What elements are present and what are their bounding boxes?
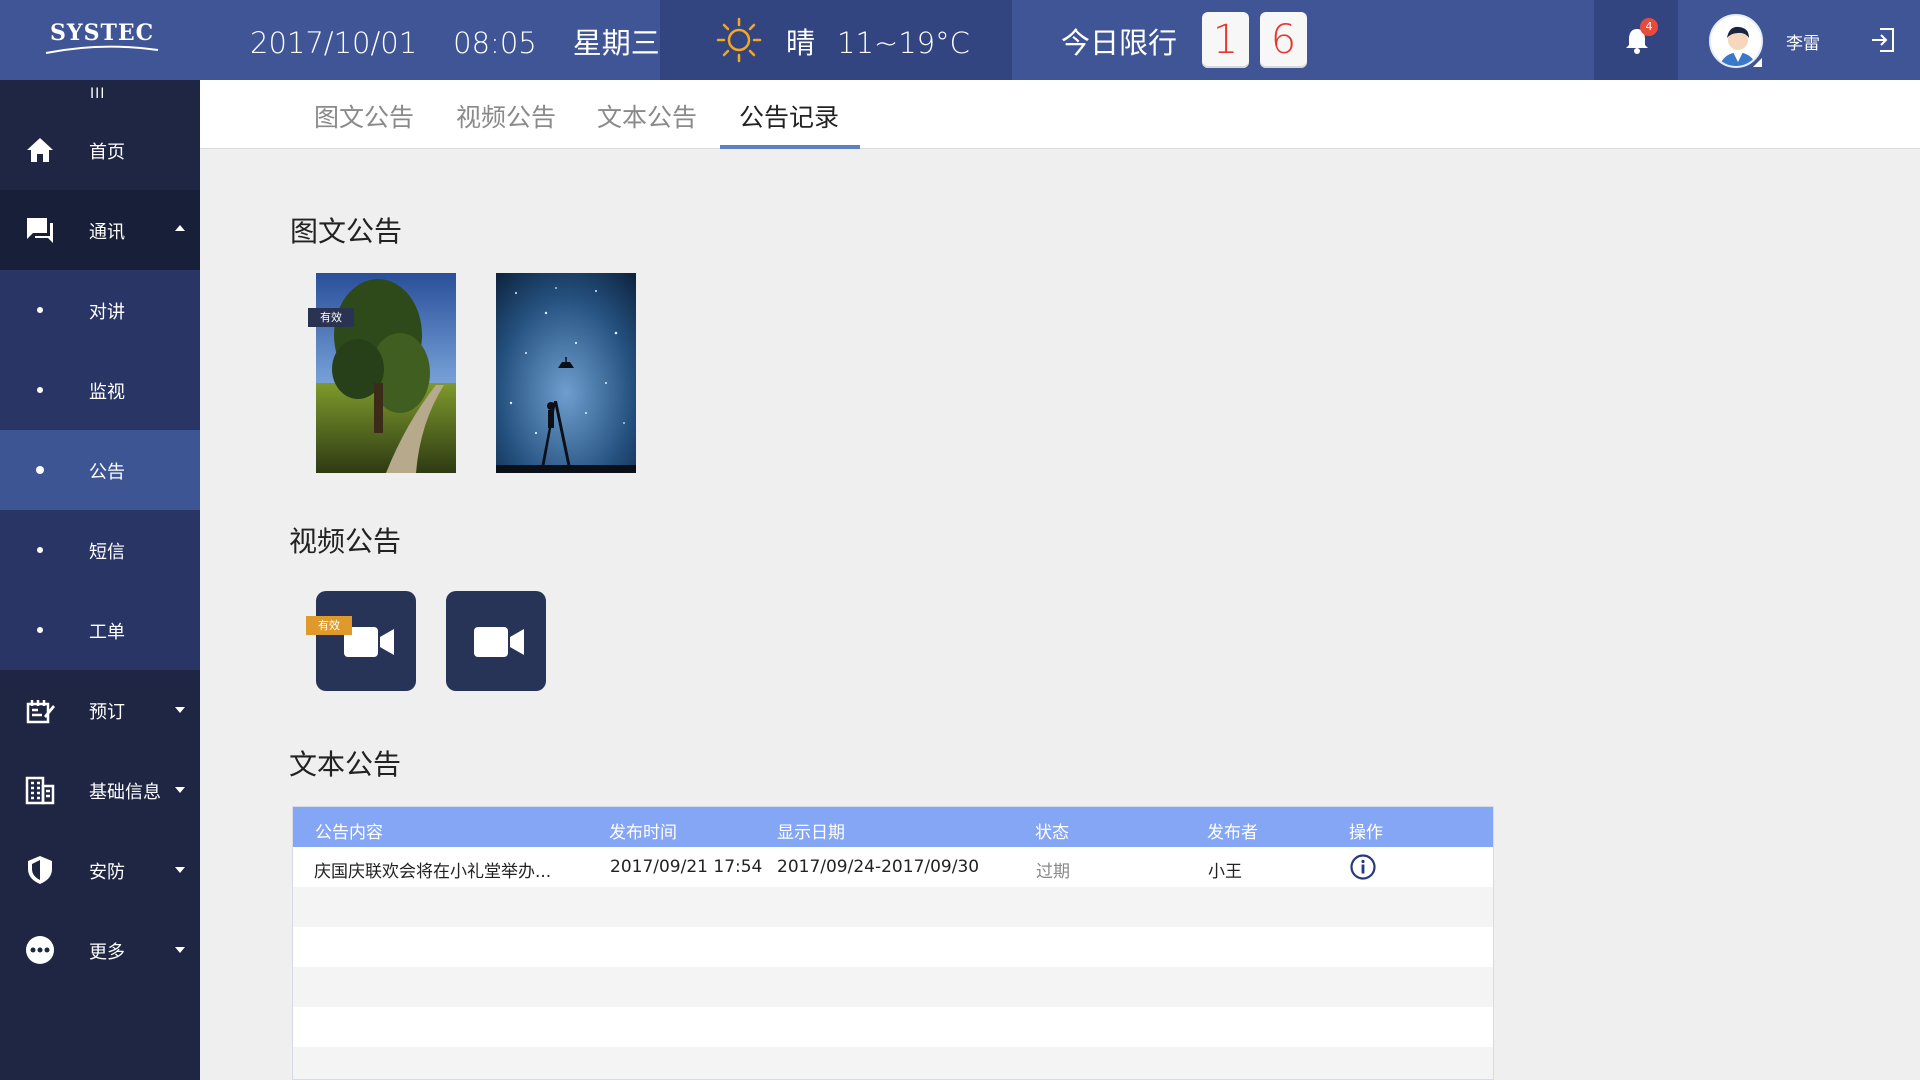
sidebar-subitem-label: 对讲 <box>89 302 125 323</box>
booking-icon <box>26 700 55 724</box>
sidebar-subitem-label: 监视 <box>89 382 125 403</box>
chevron-down-icon <box>175 707 185 713</box>
sidebar-subitem-announcement[interactable]: 公告 <box>0 430 200 510</box>
sidebar: III 首页 通讯 对讲 监视 公告 短信 工单 预订 基础信息 安防 更多 <box>0 80 200 1080</box>
tab-notice-records[interactable]: 公告记录 <box>739 98 839 134</box>
avatar-dropdown-indicator <box>1753 58 1762 67</box>
sidebar-item-label: 预订 <box>89 702 125 723</box>
current-date: 2017/10/01 <box>250 26 418 60</box>
chevron-down-icon <box>175 947 185 953</box>
notice-publisher: 小王 <box>1208 862 1242 882</box>
tab-video-notice[interactable]: 视频公告 <box>456 98 556 134</box>
sidebar-item-communication[interactable]: 通讯 <box>0 190 200 270</box>
menu-toggle-button[interactable]: III <box>90 86 105 102</box>
sidebar-subitem-monitor[interactable]: 监视 <box>0 350 200 430</box>
info-icon[interactable] <box>1350 854 1376 880</box>
sidebar-item-basic-info[interactable]: 基础信息 <box>0 750 200 830</box>
user-name[interactable]: 李雷 <box>1786 29 1820 54</box>
sidebar-item-label: 更多 <box>89 942 125 963</box>
table-row-empty <box>293 1007 1493 1047</box>
bullet-icon <box>37 387 43 393</box>
bullet-icon <box>37 307 43 313</box>
column-header-display-date: 显示日期 <box>777 823 845 843</box>
logout-icon[interactable] <box>1869 26 1897 54</box>
text-notice-table: 公告内容 发布时间 显示日期 状态 发布者 操作 庆国庆联欢会将在小礼堂举办..… <box>292 806 1494 1080</box>
notice-publish-time: 2017/09/21 17:54 <box>610 857 763 877</box>
notice-status: 过期 <box>1036 862 1070 882</box>
sidebar-item-more[interactable]: 更多 <box>0 910 200 990</box>
bullet-icon <box>37 627 43 633</box>
notification-count-badge: 4 <box>1640 18 1658 36</box>
video-camera-icon <box>474 627 524 657</box>
sidebar-subitem-label: 工单 <box>89 622 125 643</box>
sidebar-item-security[interactable]: 安防 <box>0 830 200 910</box>
image-notice-thumbnail-2[interactable] <box>496 273 636 473</box>
home-icon <box>27 138 53 162</box>
tab-image-notice[interactable]: 图文公告 <box>314 98 414 134</box>
chevron-down-icon <box>175 787 185 793</box>
more-icon <box>26 936 54 964</box>
video-notice-card-1[interactable] <box>316 591 416 691</box>
tab-bar: 图文公告 视频公告 文本公告 公告记录 <box>200 80 1920 149</box>
video-notice-title: 视频公告 <box>289 525 402 558</box>
systec-logo: SYSTEC <box>44 20 160 58</box>
sidebar-subitem-intercom[interactable]: 对讲 <box>0 270 200 350</box>
sidebar-item-booking[interactable]: 预订 <box>0 670 200 750</box>
weather-condition: 晴 <box>786 26 816 60</box>
table-row-empty <box>293 1047 1493 1079</box>
starry-sky-image <box>496 273 636 473</box>
column-header-publish-time: 发布时间 <box>609 823 677 843</box>
valid-status-tag: 有效 <box>308 308 354 327</box>
weather-temperature: 11~19°C <box>837 26 970 60</box>
column-header-action: 操作 <box>1349 823 1383 843</box>
top-bar: SYSTEC 2017/10/01 08:05 星期三 晴 11~19°C 今日限行 … <box>0 0 1920 80</box>
active-tab-indicator <box>720 145 860 149</box>
traffic-restriction-label: 今日限行 <box>1061 26 1178 60</box>
image-notice-title: 图文公告 <box>290 215 403 248</box>
current-weekday: 星期三 <box>572 26 660 60</box>
chevron-down-icon <box>175 867 185 873</box>
sidebar-item-label: 基础信息 <box>89 782 161 803</box>
table-row-empty <box>293 967 1493 1007</box>
table-row-empty <box>293 887 1493 927</box>
sidebar-subitem-sms[interactable]: 短信 <box>0 510 200 590</box>
restriction-digit-1: 1 <box>1202 12 1249 68</box>
communication-submenu: 对讲 监视 公告 短信 工单 <box>0 270 200 670</box>
building-icon <box>25 776 55 805</box>
table-header: 公告内容 发布时间 显示日期 状态 发布者 操作 <box>293 807 1493 847</box>
restriction-digit-2: 6 <box>1260 12 1307 68</box>
bullet-icon <box>36 466 44 474</box>
sidebar-item-home[interactable]: 首页 <box>0 110 200 190</box>
notice-display-date: 2017/09/24-2017/09/30 <box>777 857 980 877</box>
date-time: 2017/10/01 08:05 星期三 <box>250 20 696 62</box>
chevron-up-icon <box>175 225 185 231</box>
column-header-publisher: 发布者 <box>1207 823 1258 843</box>
sidebar-item-label: 首页 <box>89 142 125 163</box>
notifications-button[interactable]: 4 <box>1594 0 1678 80</box>
column-header-status: 状态 <box>1035 823 1069 843</box>
shield-icon <box>28 856 52 884</box>
sidebar-subitem-label: 公告 <box>89 462 125 483</box>
sidebar-subitem-work-order[interactable]: 工单 <box>0 590 200 670</box>
notice-content: 庆国庆联欢会将在小礼堂举办... <box>314 862 552 882</box>
video-notice-card-2[interactable] <box>446 591 546 691</box>
valid-status-tag: 有效 <box>306 616 352 635</box>
sun-icon <box>716 17 762 63</box>
current-time: 08:05 <box>453 26 537 60</box>
table-row[interactable]: 庆国庆联欢会将在小礼堂举办... 2017/09/21 17:54 2017/0… <box>293 847 1493 887</box>
logo-swoosh-icon <box>45 45 159 54</box>
tree-landscape-image <box>316 273 456 473</box>
column-header-content: 公告内容 <box>315 823 383 843</box>
image-notice-thumbnail-1[interactable] <box>316 273 456 473</box>
weather-panel: 晴 11~19°C <box>660 0 1012 80</box>
bullet-icon <box>37 547 43 553</box>
text-notice-title: 文本公告 <box>289 748 402 781</box>
table-row-empty <box>293 927 1493 967</box>
sidebar-item-label: 安防 <box>89 862 125 883</box>
tab-text-notice[interactable]: 文本公告 <box>597 98 697 134</box>
sidebar-subitem-label: 短信 <box>89 542 125 563</box>
logo-text: SYSTEC <box>50 20 155 46</box>
sidebar-item-label: 通讯 <box>89 222 125 243</box>
chat-icon <box>27 218 53 243</box>
